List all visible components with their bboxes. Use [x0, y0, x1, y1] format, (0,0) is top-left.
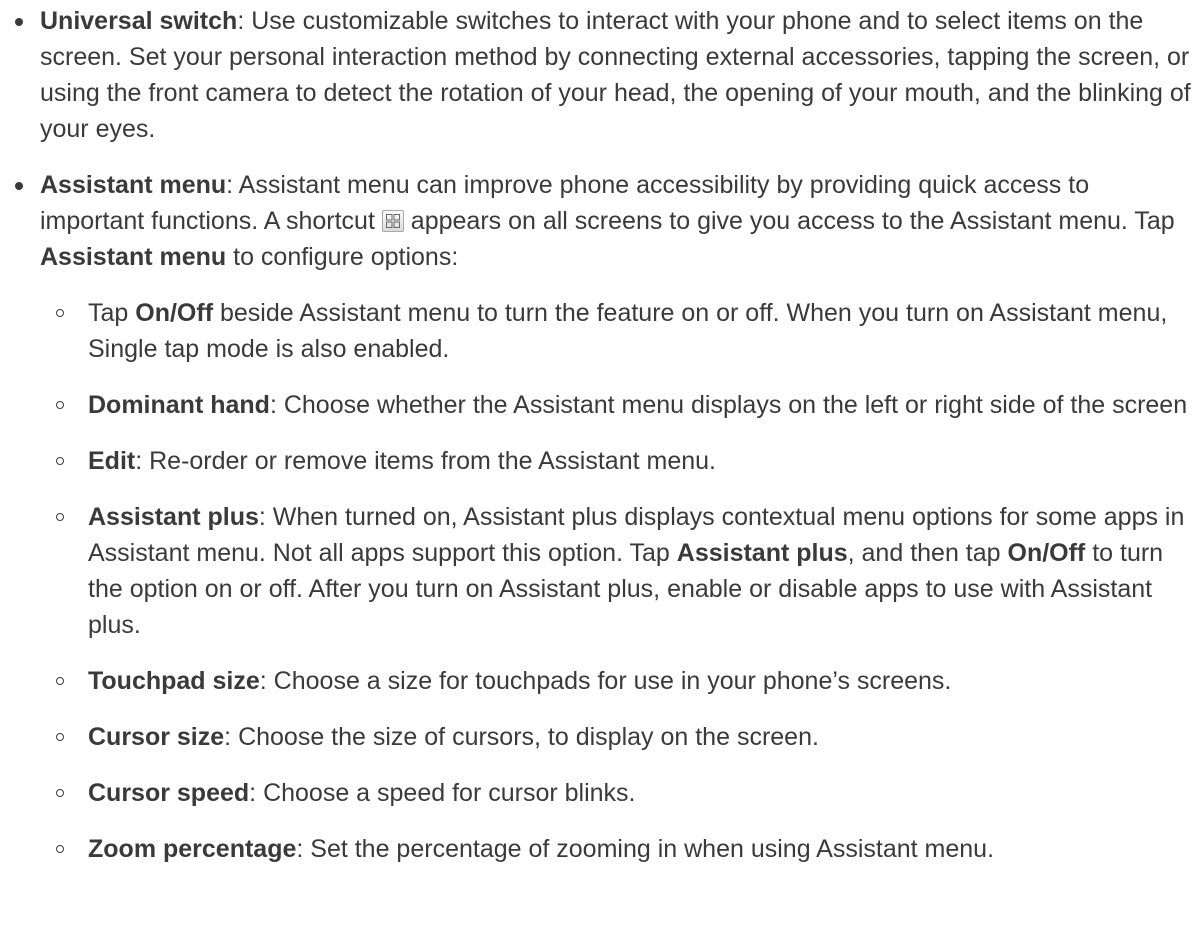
sub-item-dominant-hand: Dominant hand: Choose whether the Assist…	[40, 387, 1196, 423]
sub-item-cursor-size: Cursor size: Choose the size of cursors,…	[40, 719, 1196, 755]
sub-item-touchpad-size: Touchpad size: Choose a size for touchpa…	[40, 663, 1196, 699]
bullet	[15, 182, 23, 190]
term-assistant-menu-tap: Assistant menu	[40, 243, 227, 271]
assistant-menu-options: Tap On/Off beside Assistant menu to turn…	[40, 295, 1196, 867]
sub-text-pre: Tap	[88, 299, 136, 327]
feature-list: Universal switch: Use customizable switc…	[0, 3, 1204, 867]
bullet-hollow	[56, 309, 64, 317]
sub-text-2: , and then tap	[847, 539, 1008, 567]
bullet-hollow	[56, 845, 64, 853]
term-on-off-2: On/Off	[1007, 539, 1086, 567]
sub-text: : Choose a speed for cursor blinks.	[249, 779, 636, 807]
term-assistant-plus-tap: Assistant plus	[676, 539, 848, 567]
bullet-hollow	[56, 789, 64, 797]
term-edit: Edit	[88, 447, 136, 475]
sub-text: : Choose a size for touchpads for use in…	[259, 667, 952, 695]
term-cursor-size: Cursor size	[88, 723, 225, 751]
term-assistant-plus: Assistant plus	[88, 503, 259, 531]
description-cont: appears on all screens to give you acces…	[403, 207, 1175, 235]
term-assistant-menu: Assistant menu	[40, 171, 227, 199]
bullet-hollow	[56, 677, 64, 685]
bullet-hollow	[56, 457, 64, 465]
term-on-off: On/Off	[135, 299, 214, 327]
term-touchpad-size: Touchpad size	[88, 667, 260, 695]
term-zoom-percentage: Zoom percentage	[88, 835, 297, 863]
sub-item-edit: Edit: Re-order or remove items from the …	[40, 443, 1196, 479]
description-end: to configure options:	[226, 243, 459, 271]
sub-text: : Set the percentage of zooming in when …	[296, 835, 995, 863]
sub-item-on-off: Tap On/Off beside Assistant menu to turn…	[40, 295, 1196, 367]
bullet-hollow	[56, 401, 64, 409]
bullet-hollow	[56, 733, 64, 741]
sub-item-assistant-plus: Assistant plus: When turned on, Assistan…	[40, 499, 1196, 643]
sub-text: : Choose whether the Assistant menu disp…	[269, 391, 1188, 419]
sub-text: beside Assistant menu to turn the featur…	[88, 299, 1168, 363]
sub-text: : Choose the size of cursors, to display…	[224, 723, 819, 751]
list-item-universal-switch: Universal switch: Use customizable switc…	[0, 3, 1204, 147]
term-dominant-hand: Dominant hand	[88, 391, 270, 419]
bullet	[15, 18, 23, 26]
sub-item-cursor-speed: Cursor speed: Choose a speed for cursor …	[40, 775, 1196, 811]
bullet-hollow	[56, 513, 64, 521]
list-item-assistant-menu: Assistant menu: Assistant menu can impro…	[0, 167, 1204, 867]
sub-item-zoom-percentage: Zoom percentage: Set the percentage of z…	[40, 831, 1196, 867]
term-universal-switch: Universal switch	[40, 7, 238, 35]
assistant-menu-grid-icon	[381, 210, 404, 232]
document-body: Universal switch: Use customizable switc…	[0, 0, 1204, 867]
term-cursor-speed: Cursor speed	[88, 779, 250, 807]
sub-text: : Re-order or remove items from the Assi…	[135, 447, 716, 475]
